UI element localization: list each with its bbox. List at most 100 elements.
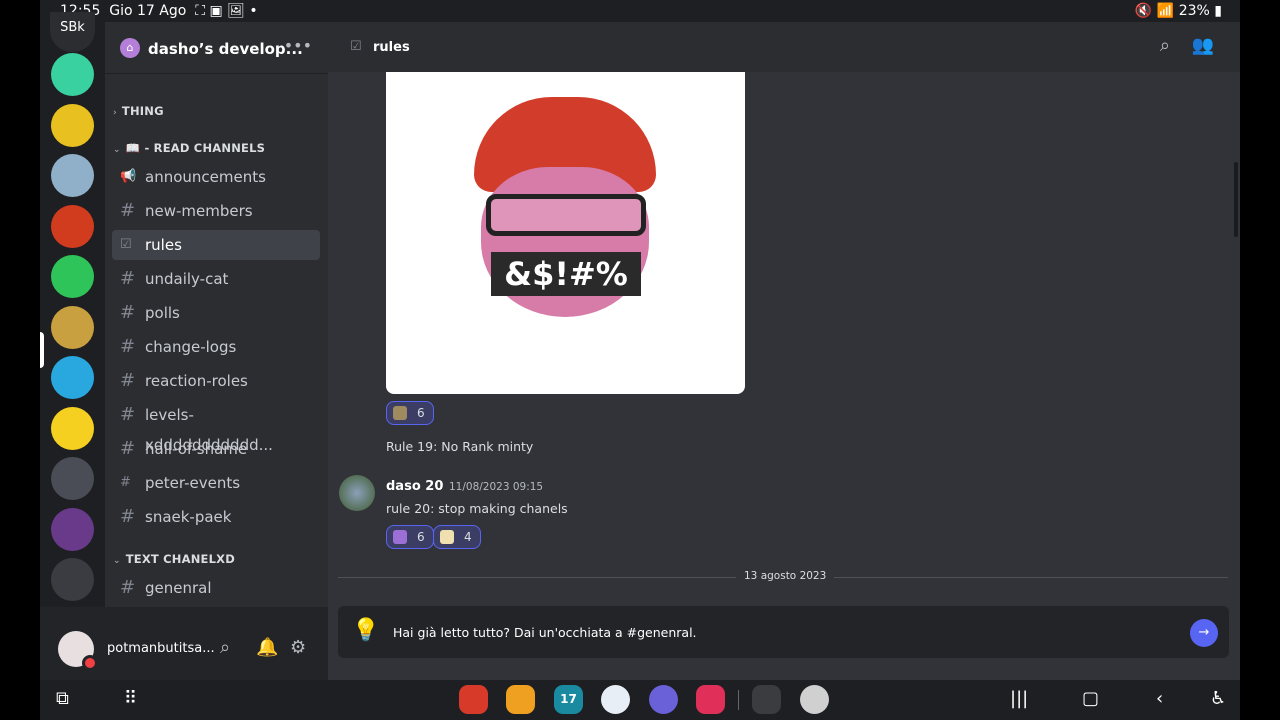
category-label: THING <box>121 104 164 118</box>
server-icon[interactable] <box>51 255 94 298</box>
channel-label: reaction-roles <box>145 372 248 390</box>
author-name[interactable]: daso 20 <box>386 479 443 494</box>
other-app-icon[interactable] <box>800 685 829 714</box>
hash-icon: # <box>120 438 136 459</box>
selected-server-indicator <box>40 332 44 368</box>
channel-reaction-roles[interactable]: # reaction-roles <box>112 366 320 396</box>
timestamp: 11/08/2023 09:15 <box>449 481 544 493</box>
server-icon[interactable] <box>51 204 94 248</box>
screen-recorder-app-icon[interactable] <box>696 685 725 714</box>
dnd-status-icon <box>82 655 98 671</box>
server-icon[interactable] <box>51 154 94 197</box>
channel-label: undaily-cat <box>145 270 229 288</box>
hash-icon: # <box>120 302 136 323</box>
rules-icon: ☑ <box>120 237 132 252</box>
arrow-right-icon[interactable]: → <box>1190 619 1218 647</box>
bell-icon[interactable]: 🔔 <box>256 637 278 658</box>
channel-announcements[interactable]: 📢 announcements <box>112 162 320 192</box>
hash-icon: # <box>120 268 136 289</box>
channel-change-logs[interactable]: # change-logs <box>112 332 320 362</box>
back-icon[interactable]: ‹ <box>1156 688 1163 709</box>
notes-app-icon[interactable] <box>459 685 488 714</box>
date: Gio 17 Ago <box>109 3 187 19</box>
hash-icon: # <box>120 506 136 527</box>
date-divider-label: 13 agosto 2023 <box>736 570 835 582</box>
username[interactable]: potmanbutitsa... <box>107 641 215 656</box>
category-thing[interactable]: › THING <box>113 104 164 118</box>
server-icon[interactable] <box>51 558 94 601</box>
category-read-channels[interactable]: ⌄ 📖 - READ CHANNELS <box>113 141 265 155</box>
gear-icon[interactable]: ⚙ <box>290 637 306 658</box>
hash-icon: # <box>120 200 136 221</box>
recents-icon[interactable]: ||| <box>1010 688 1028 709</box>
hash-icon: # <box>120 404 136 425</box>
system-nav-bar: ⧉ ⠿ 17 ||| ▢ ‹ ♿ <box>40 680 1240 720</box>
reaction-button[interactable]: 6 <box>386 525 434 549</box>
roblox-app-icon[interactable] <box>752 685 781 714</box>
user-panel: potmanbutitsa... ⌕ 🔔 ⚙ <box>40 607 328 680</box>
channel-undaily-cat[interactable]: # undaily-cat <box>112 264 320 294</box>
search-icon[interactable]: ⌕ <box>220 637 230 658</box>
home-icon[interactable]: ▢ <box>1082 688 1099 709</box>
category-label: TEXT CHANELXD <box>125 552 235 566</box>
status-bar: 12:55 Gio 17 Ago ⛶ ▣ 🖼 • 🔇 📶 23% ▮ <box>40 0 1240 22</box>
channel-label: peter-events <box>145 474 241 492</box>
server-icon[interactable] <box>51 53 94 96</box>
server-icon[interactable] <box>51 103 94 147</box>
category-text-chanelxd[interactable]: ⌄ TEXT CHANELXD <box>113 552 235 566</box>
reaction-count: 6 <box>417 406 425 420</box>
search-icon[interactable]: ⌕ <box>1160 35 1170 56</box>
server-folder[interactable]: SBk <box>50 12 95 52</box>
members-icon[interactable]: 👥 <box>1192 35 1214 56</box>
server-icon[interactable] <box>51 507 94 551</box>
rules-icon: ☑ <box>350 39 362 54</box>
channel-genenral[interactable]: # genenral <box>112 573 320 603</box>
server-icon[interactable] <box>51 406 94 450</box>
server-icon[interactable] <box>51 457 94 500</box>
more-icon[interactable]: ••• <box>284 36 312 55</box>
author-avatar[interactable] <box>339 475 375 511</box>
channel-hall-of-shame[interactable]: # hall-of-shame <box>112 434 320 464</box>
channel-label: rules <box>145 236 182 254</box>
reaction-button[interactable]: 6 <box>386 401 434 425</box>
channel-label: announcements <box>145 168 266 186</box>
calendar-app-icon[interactable]: 17 <box>554 685 583 714</box>
hash-icon: # <box>120 577 136 598</box>
scrollbar[interactable] <box>1234 162 1238 237</box>
messages-app-icon[interactable] <box>601 685 630 714</box>
internet-app-icon[interactable] <box>649 685 678 714</box>
app-drawer-icon[interactable]: ⠿ <box>124 688 137 709</box>
channel-peter-events[interactable]: # peter-events <box>112 468 320 498</box>
files-app-icon[interactable] <box>506 685 535 714</box>
server-icon[interactable] <box>51 305 94 349</box>
mute-icon: 🔇 <box>1134 3 1153 19</box>
glasses <box>486 194 646 236</box>
recent-apps-panel-icon[interactable]: ⧉ <box>56 688 69 709</box>
accessibility-icon[interactable]: ♿ <box>1210 688 1226 709</box>
reaction-count: 4 <box>464 530 472 544</box>
taskbar-divider <box>738 690 739 710</box>
emoji-icon <box>393 530 407 544</box>
channel-snaek-paek[interactable]: # snaek-paek <box>112 502 320 532</box>
image-attachment[interactable]: &$!#% <box>386 72 745 394</box>
chevron-down-icon: ⌄ <box>113 556 121 566</box>
channel-levels-xddddddddddd[interactable]: # levels-xddddddddddd... <box>112 400 320 454</box>
chat-area: ☑ rules ⌕ 👥 &$!#% 6 Rule 19: No Rank min… <box>328 22 1240 680</box>
emoji-icon <box>440 530 454 544</box>
channel-label: polls <box>145 304 180 322</box>
screen: 12:55 Gio 17 Ago ⛶ ▣ 🖼 • 🔇 📶 23% ▮ SBk ⌂… <box>40 0 1240 720</box>
reaction-button[interactable]: 4 <box>433 525 481 549</box>
read-all-banner[interactable]: 💡 Hai già letto tutto? Dai un'occhiata a… <box>338 606 1229 658</box>
channel-new-members[interactable]: # new-members <box>112 196 320 226</box>
server-icon[interactable] <box>51 356 94 399</box>
winged-bulb-icon: 💡 <box>352 618 380 643</box>
category-label: 📖 - READ CHANNELS <box>125 141 266 155</box>
avatar[interactable] <box>58 631 98 671</box>
channel-rules[interactable]: ☑ rules <box>112 230 320 260</box>
server-rail: SBk <box>40 12 105 607</box>
server-header[interactable]: ⌂ dasho’s develop... ••• <box>105 22 328 74</box>
channel-polls[interactable]: # polls <box>112 298 320 328</box>
channel-label: hall-of-shame <box>145 440 248 458</box>
channel-list: ⌂ dasho’s develop... ••• › THING ⌄ 📖 - REA… <box>105 22 328 607</box>
channel-title: rules <box>373 40 410 55</box>
